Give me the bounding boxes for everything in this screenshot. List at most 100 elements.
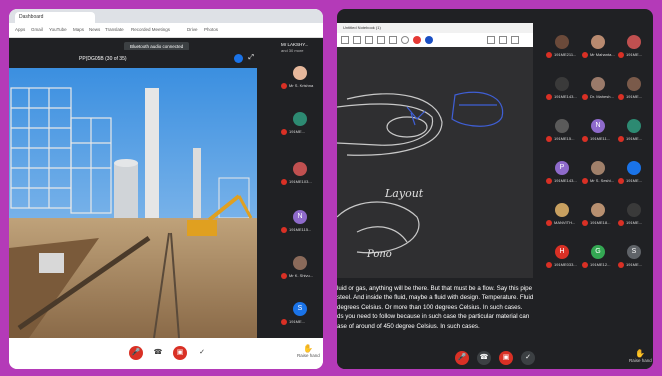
participant-tile[interactable]: Dr. Mahesh...	[581, 77, 615, 109]
whiteboard-title: Untitled Notebook (1)	[337, 23, 533, 33]
presentation-header: PP(DG05B (30 of 35) ⤢	[9, 50, 257, 68]
participant-tile[interactable]: 191ME...	[617, 161, 651, 193]
mic-off-icon	[546, 220, 552, 226]
camera-toggle-button[interactable]: ▣	[173, 346, 187, 360]
bookmark-item[interactable]: Drive	[187, 27, 198, 32]
avatar	[627, 161, 641, 175]
leave-call-icon[interactable]: ☎	[151, 346, 165, 360]
bookmark-item[interactable]: Maps	[73, 27, 84, 32]
participant-tile[interactable]: 191ME18...	[581, 203, 615, 235]
participant-name: 191ME033...	[554, 262, 577, 267]
participant-tile[interactable]: S 191ME...	[617, 245, 651, 277]
layout-label: Layout	[384, 187, 424, 200]
participant-tile[interactable]: 191ME211...	[545, 35, 579, 67]
whiteboard-drawing: Layout Pono	[337, 91, 504, 260]
mic-off-icon	[281, 83, 287, 89]
participant-tile[interactable]: 191ME...	[617, 35, 651, 67]
avatar: H	[555, 245, 569, 259]
participant-name: 191ME...	[289, 319, 306, 324]
delete-icon[interactable]	[511, 36, 519, 44]
participant-tile[interactable]: G 191ME12...	[581, 245, 615, 277]
mic-toggle-button[interactable]: 🎤	[129, 346, 143, 360]
bookmark-item[interactable]: Translate	[105, 27, 124, 32]
select-tool-icon[interactable]	[353, 36, 361, 44]
mic-off-icon	[582, 52, 588, 58]
participant-name: Dr. Mahesh...	[590, 94, 614, 99]
avatar	[293, 66, 307, 80]
participant-tile[interactable]: Mr S. Seshi...	[581, 161, 615, 193]
bookmark-item[interactable]: Apps	[15, 27, 25, 32]
mic-off-icon	[281, 273, 287, 279]
participant-tile[interactable]: P 191ME143...	[545, 161, 579, 193]
participant-tile[interactable]: N 191ME11...	[581, 119, 615, 151]
presentation-title: PP(DG05B (30 of 35)	[79, 56, 127, 62]
meeting-area: Bluetooth audio connected PP(DG05B (30 o…	[9, 38, 323, 338]
browser-tab-bar: Dashboard	[9, 9, 323, 23]
participant-name: 191ME...	[626, 136, 643, 141]
mic-off-icon	[582, 220, 588, 226]
participant-tile[interactable]: 191ME...	[617, 203, 651, 235]
raise-hand-button[interactable]: ✋ Raise hand	[629, 349, 652, 363]
meeting-controls: 🎤 ☎ ▣ ✓ ✋ Raise hand	[9, 338, 323, 369]
participant-tile[interactable]: 191ME...	[617, 119, 651, 151]
participant-tile[interactable]: 191ME...	[617, 77, 651, 109]
red-color-icon[interactable]	[413, 36, 421, 44]
leave-call-icon[interactable]: ☎	[477, 351, 491, 365]
mic-toggle-button[interactable]: 🎤	[455, 351, 469, 365]
avatar	[555, 35, 569, 49]
check-icon[interactable]: ✓	[521, 351, 535, 365]
participant-tile[interactable]: MANVITH...	[545, 203, 579, 235]
eraser-tool-icon[interactable]	[389, 36, 397, 44]
mic-off-icon	[546, 262, 552, 268]
participant-tile[interactable]: 191ME143...	[545, 77, 579, 109]
mic-off-icon	[582, 178, 588, 184]
raise-hand-button[interactable]: ✋ Raise hand	[297, 344, 320, 358]
mic-off-icon	[281, 227, 287, 233]
mic-off-icon	[618, 178, 624, 184]
bookmark-item[interactable]: Gmail	[31, 27, 43, 32]
meeting-controls: 🎤 ☎ ▣ ✓ ✋ Raise hand	[337, 347, 653, 369]
participant-tile[interactable]: S 191ME...	[281, 302, 321, 332]
caption-line: degrees Celsius. Or more than 100 degree…	[337, 303, 523, 311]
participant-name: 191ME...	[626, 178, 643, 183]
participant-tile[interactable]: 191ME15...	[545, 119, 579, 151]
undo-icon[interactable]	[487, 36, 495, 44]
participant-name: 191ME115...	[289, 227, 312, 232]
bookmark-item[interactable]: YouTube	[49, 27, 67, 32]
caption-line: steel. And inside the fluid, maybe a flu…	[337, 294, 534, 302]
mic-off-icon	[546, 94, 552, 100]
color-picker-icon[interactable]	[401, 36, 409, 44]
camera-toggle-button[interactable]: ▣	[499, 351, 513, 365]
participant-name: 191ME211...	[554, 52, 577, 57]
avatar	[627, 35, 641, 49]
pen-tool-icon[interactable]	[341, 36, 349, 44]
bookmark-item[interactable]: News	[89, 27, 100, 32]
left-meeting-window: Dashboard Apps Gmail YouTube Maps News T…	[9, 9, 323, 369]
participant-tile[interactable]: Mr S. Krishna	[281, 66, 321, 96]
avatar: S	[627, 245, 641, 259]
construction-site-photo	[9, 68, 257, 338]
participant-tile[interactable]: 191ME...	[281, 112, 321, 142]
bookmark-item[interactable]: Recorded Meetings	[131, 27, 170, 32]
participant-tile[interactable]: 191ME103...	[281, 162, 321, 192]
fullscreen-icon[interactable]: ⤢	[248, 54, 254, 62]
mic-off-icon	[618, 136, 624, 142]
participant-name: 191ME...	[626, 262, 643, 267]
participant-tile[interactable]: Mr K. Shivu...	[281, 256, 321, 286]
participant-tile[interactable]: Mr Mahanta...	[581, 35, 615, 67]
text-tool-icon[interactable]	[377, 36, 385, 44]
shape-tool-icon[interactable]	[365, 36, 373, 44]
redo-icon[interactable]	[499, 36, 507, 44]
column-tower	[145, 88, 159, 218]
participant-name: 191ME18...	[590, 220, 611, 225]
pipe-label: Pono	[366, 249, 392, 260]
participant-tile[interactable]: N 191ME115...	[281, 210, 321, 240]
participant-tile[interactable]: H 191ME033...	[545, 245, 579, 277]
avatar	[234, 54, 243, 63]
check-icon[interactable]: ✓	[195, 346, 209, 360]
bookmark-item[interactable]: Photos	[204, 27, 218, 32]
browser-tab[interactable]: Dashboard	[15, 12, 95, 23]
avatar	[591, 203, 605, 217]
blue-color-icon[interactable]	[425, 36, 433, 44]
mic-off-icon	[618, 94, 624, 100]
